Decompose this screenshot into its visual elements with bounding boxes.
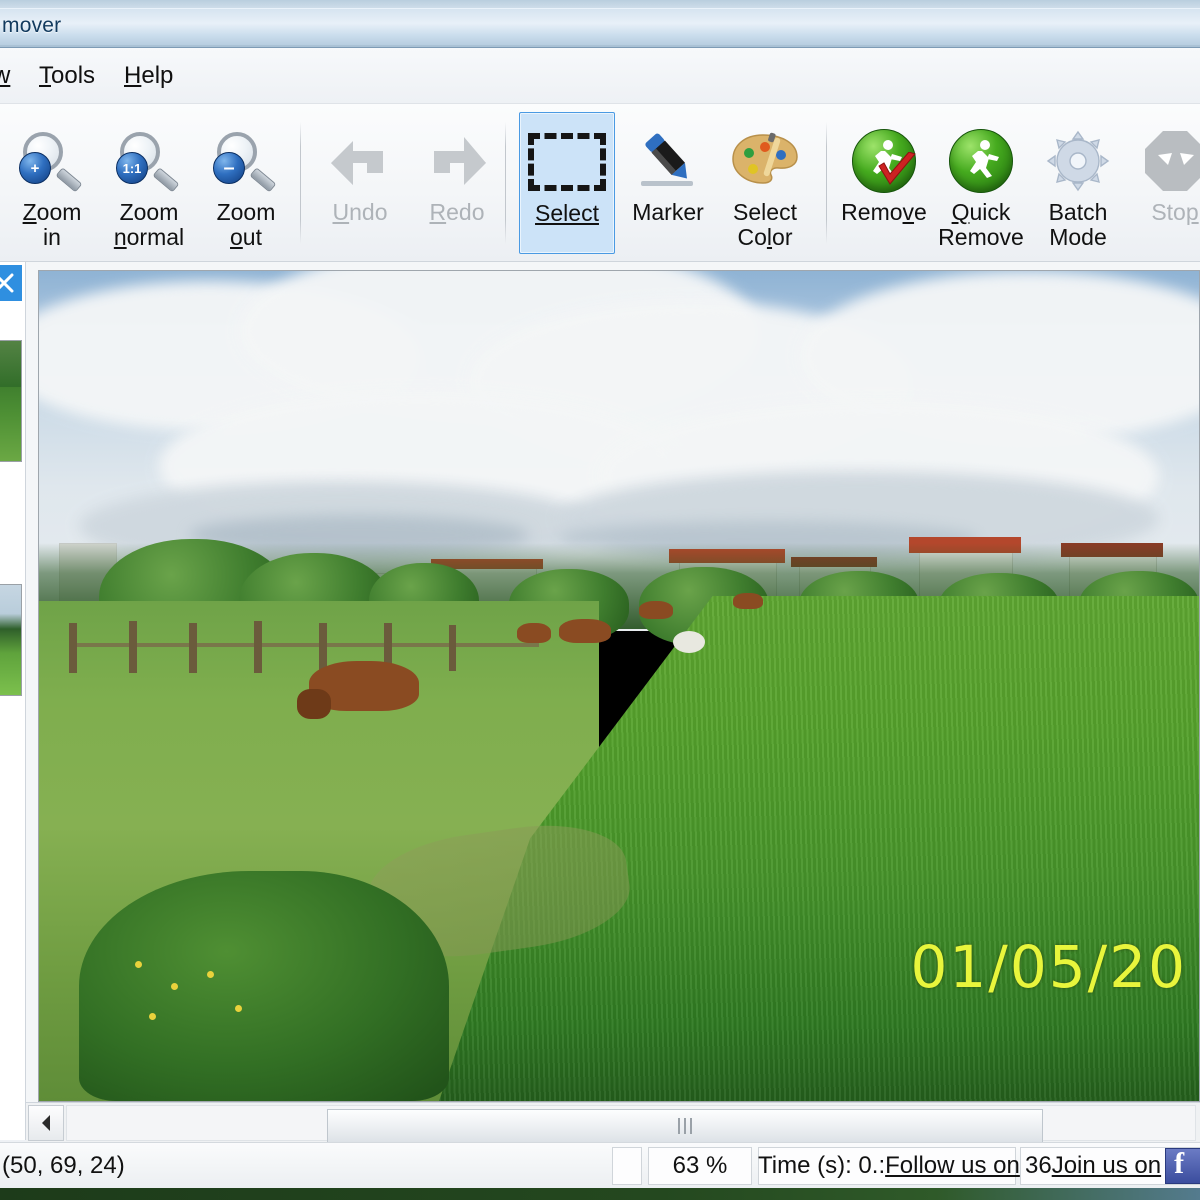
close-icon[interactable] [0, 265, 22, 301]
magnifier-minus-icon: – [198, 124, 294, 198]
toolbar: + Zoomin 1:1 Zoomnormal – Zoomout [0, 104, 1200, 262]
toolbar-button-zoom-normal[interactable]: 1:1 Zoomnormal [101, 112, 197, 254]
toolbar-button-remove[interactable]: Remove [836, 112, 932, 254]
horizontal-scrollbar[interactable] [26, 1102, 1200, 1142]
gear-icon [1030, 124, 1126, 198]
foreground-bush [79, 871, 449, 1101]
toolbar-button-quick-remove[interactable]: QuickRemove [933, 112, 1029, 254]
magnifier-plus-icon: + [4, 124, 100, 198]
menu-item-tools-label: Tools [39, 62, 95, 89]
scroll-left-arrow-icon[interactable] [28, 1105, 64, 1141]
toolbar-separator-1 [300, 122, 301, 244]
status-social-cell: 36 Join us on f [1020, 1147, 1200, 1185]
scrollbar-thumb[interactable] [327, 1109, 1043, 1143]
toolbar-label-zoom-out: Zoomout [192, 200, 300, 250]
toolbar-label-stop: Stop [1121, 200, 1200, 225]
photo-content: 01/05/20 [39, 271, 1199, 1101]
thumbnail-1[interactable] [0, 340, 22, 462]
toolbar-button-redo[interactable]: Redo [409, 112, 505, 254]
toolbar-label-select: Select [513, 201, 621, 226]
toolbar-label-zoom-in: Zoomin [0, 200, 106, 250]
pen-marker-icon [620, 124, 716, 198]
marquee-select-icon [520, 125, 614, 199]
menu-item-help[interactable]: Help [115, 58, 182, 94]
toolbar-button-undo[interactable]: Undo [312, 112, 408, 254]
cow-head [297, 689, 331, 719]
undo-arrow-icon [312, 124, 408, 198]
toolbar-label-quick-remove: QuickRemove [927, 200, 1035, 250]
toolbar-button-stop[interactable]: Stop [1127, 112, 1200, 254]
toolbar-label-zoom-normal: Zoomnormal [95, 200, 203, 250]
facebook-icon[interactable]: f [1165, 1148, 1200, 1184]
menu-item-help-label: Help [124, 62, 173, 89]
toolbar-button-zoom-in[interactable]: + Zoomin [4, 112, 100, 254]
remove-runner-check-icon [836, 124, 932, 198]
image-canvas[interactable]: 01/05/20 [38, 270, 1200, 1102]
date-stamp: 01/05/20 [911, 933, 1188, 1001]
window-title: mover [2, 14, 61, 38]
status-time-overlay: Time (s): 0.: Follow us on [758, 1147, 1058, 1185]
toolbar-button-marker[interactable]: Marker [620, 112, 716, 254]
zoom-in-badge: + [19, 152, 51, 184]
desktop-strip [0, 1188, 1200, 1200]
toolbar-label-marker: Marker [614, 200, 722, 225]
quick-remove-runner-icon [933, 124, 1029, 198]
palette-icon [717, 124, 813, 198]
join-us-link[interactable]: Join us on [1052, 1152, 1161, 1180]
application-window: mover w Tools Help + Zoomin [0, 0, 1200, 1200]
social-count: 36 [1025, 1152, 1052, 1180]
title-bar-inner [0, 8, 1200, 45]
toolbar-button-zoom-out[interactable]: – Zoomout [198, 112, 294, 254]
status-bar: (50, 69, 24) 63 % Time (s): 0.: Follow u… [0, 1142, 1200, 1188]
toolbar-label-remove: Remove [830, 200, 938, 225]
facebook-glyph: f [1174, 1147, 1184, 1181]
menu-item-tools[interactable]: Tools [30, 58, 104, 94]
image-view-frame: 01/05/20 [26, 262, 1200, 1140]
redo-arrow-icon [409, 124, 505, 198]
magnifier-oneone-icon: 1:1 [101, 124, 197, 198]
status-zoom-level: 63 % [648, 1147, 752, 1185]
toolbar-label-select-color: SelectColor [711, 200, 819, 250]
toolbar-label-redo: Redo [403, 200, 511, 225]
title-bar: mover [0, 0, 1200, 48]
stop-octagon-icon [1127, 124, 1200, 198]
thumbnails-panel [0, 262, 26, 1140]
menu-bar: w Tools Help [0, 48, 1200, 104]
zoom-normal-badge: 1:1 [116, 152, 148, 184]
status-coordinates: (50, 69, 24) [0, 1147, 572, 1185]
zoom-out-badge: – [213, 152, 245, 184]
toolbar-label-batch-mode: BatchMode [1024, 200, 1132, 250]
thumbnail-2[interactable] [0, 584, 22, 696]
menu-item-view[interactable]: w [0, 58, 19, 94]
status-time-label: Time (s): 0.: [758, 1152, 885, 1180]
toolbar-separator-2 [505, 122, 506, 244]
scrollbar-track[interactable] [66, 1105, 1196, 1141]
toolbar-label-undo: Undo [306, 200, 414, 225]
toolbar-button-select-color[interactable]: SelectColor [717, 112, 813, 254]
status-spacer-cell [612, 1147, 642, 1185]
toolbar-button-select[interactable]: Select [519, 112, 615, 254]
follow-us-link[interactable]: Follow us on [885, 1152, 1020, 1180]
menu-item-view-label: w [0, 62, 10, 89]
toolbar-button-batch-mode[interactable]: BatchMode [1030, 112, 1126, 254]
toolbar-separator-3 [826, 122, 827, 244]
